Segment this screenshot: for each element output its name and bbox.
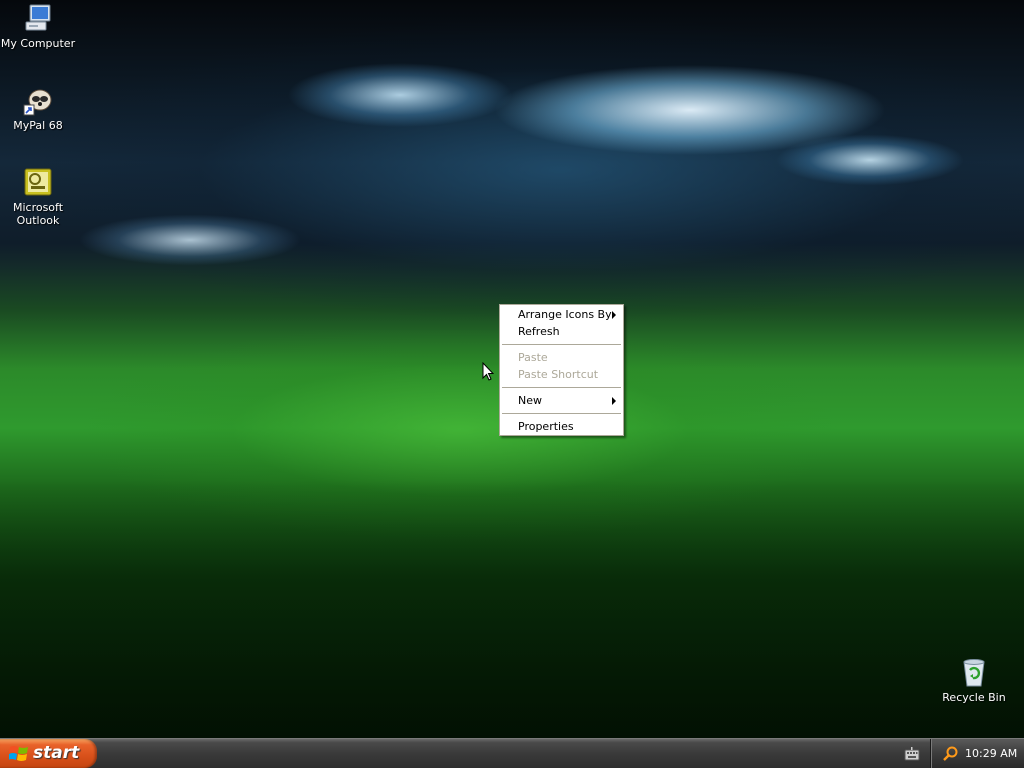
desktop[interactable]: My Computer MyPal 68 Microsoft Outlook R… bbox=[0, 0, 1024, 738]
menu-item-paste: Paste bbox=[518, 351, 548, 364]
menu-item-properties[interactable]: Properties bbox=[501, 418, 622, 435]
menu-item-refresh[interactable]: Refresh bbox=[501, 323, 622, 340]
recycle-bin-icon bbox=[963, 659, 985, 687]
start-button[interactable]: start bbox=[0, 739, 97, 768]
keyboard-icon[interactable] bbox=[904, 747, 920, 761]
outlook-icon bbox=[24, 168, 52, 196]
desktop-context-menu: Arrange Icons By Refresh Paste Paste Sho… bbox=[499, 304, 624, 436]
desktop-icon-label: MyPal 68 bbox=[13, 119, 63, 132]
clock[interactable]: 10:29 AM bbox=[965, 747, 1017, 760]
taskbar: start 10:29 AM bbox=[0, 738, 1024, 768]
menu-separator bbox=[502, 387, 621, 388]
submenu-arrow-icon bbox=[612, 397, 616, 405]
submenu-arrow-icon bbox=[612, 311, 616, 319]
desktop-icon-label: My Computer bbox=[0, 37, 76, 50]
wallpaper-shadow bbox=[0, 480, 1024, 738]
start-label: start bbox=[33, 743, 80, 763]
menu-separator bbox=[502, 413, 621, 414]
my-computer-icon bbox=[25, 4, 51, 31]
mouse-cursor-icon bbox=[482, 362, 494, 381]
desktop-icon-my-computer[interactable]: My Computer bbox=[0, 2, 76, 50]
menu-item-arrange-icons-by[interactable]: Arrange Icons By bbox=[501, 306, 622, 323]
search-icon[interactable] bbox=[943, 746, 958, 761]
desktop-icon-label: Microsoft Outlook bbox=[12, 201, 64, 227]
desktop-icon-label: Recycle Bin bbox=[942, 691, 1006, 704]
menu-separator bbox=[502, 344, 621, 345]
menu-item-new[interactable]: New bbox=[501, 392, 622, 409]
desktop-icon-outlook[interactable]: Microsoft Outlook bbox=[0, 166, 76, 227]
desktop-icon-recycle-bin[interactable]: Recycle Bin bbox=[936, 656, 1012, 704]
mypal-browser-icon bbox=[23, 89, 52, 116]
menu-item-paste-shortcut: Paste Shortcut bbox=[518, 368, 599, 381]
windows-logo-icon bbox=[9, 746, 28, 761]
system-tray: 10:29 AM bbox=[930, 739, 1024, 768]
desktop-icon-mypal[interactable]: MyPal 68 bbox=[0, 84, 76, 132]
